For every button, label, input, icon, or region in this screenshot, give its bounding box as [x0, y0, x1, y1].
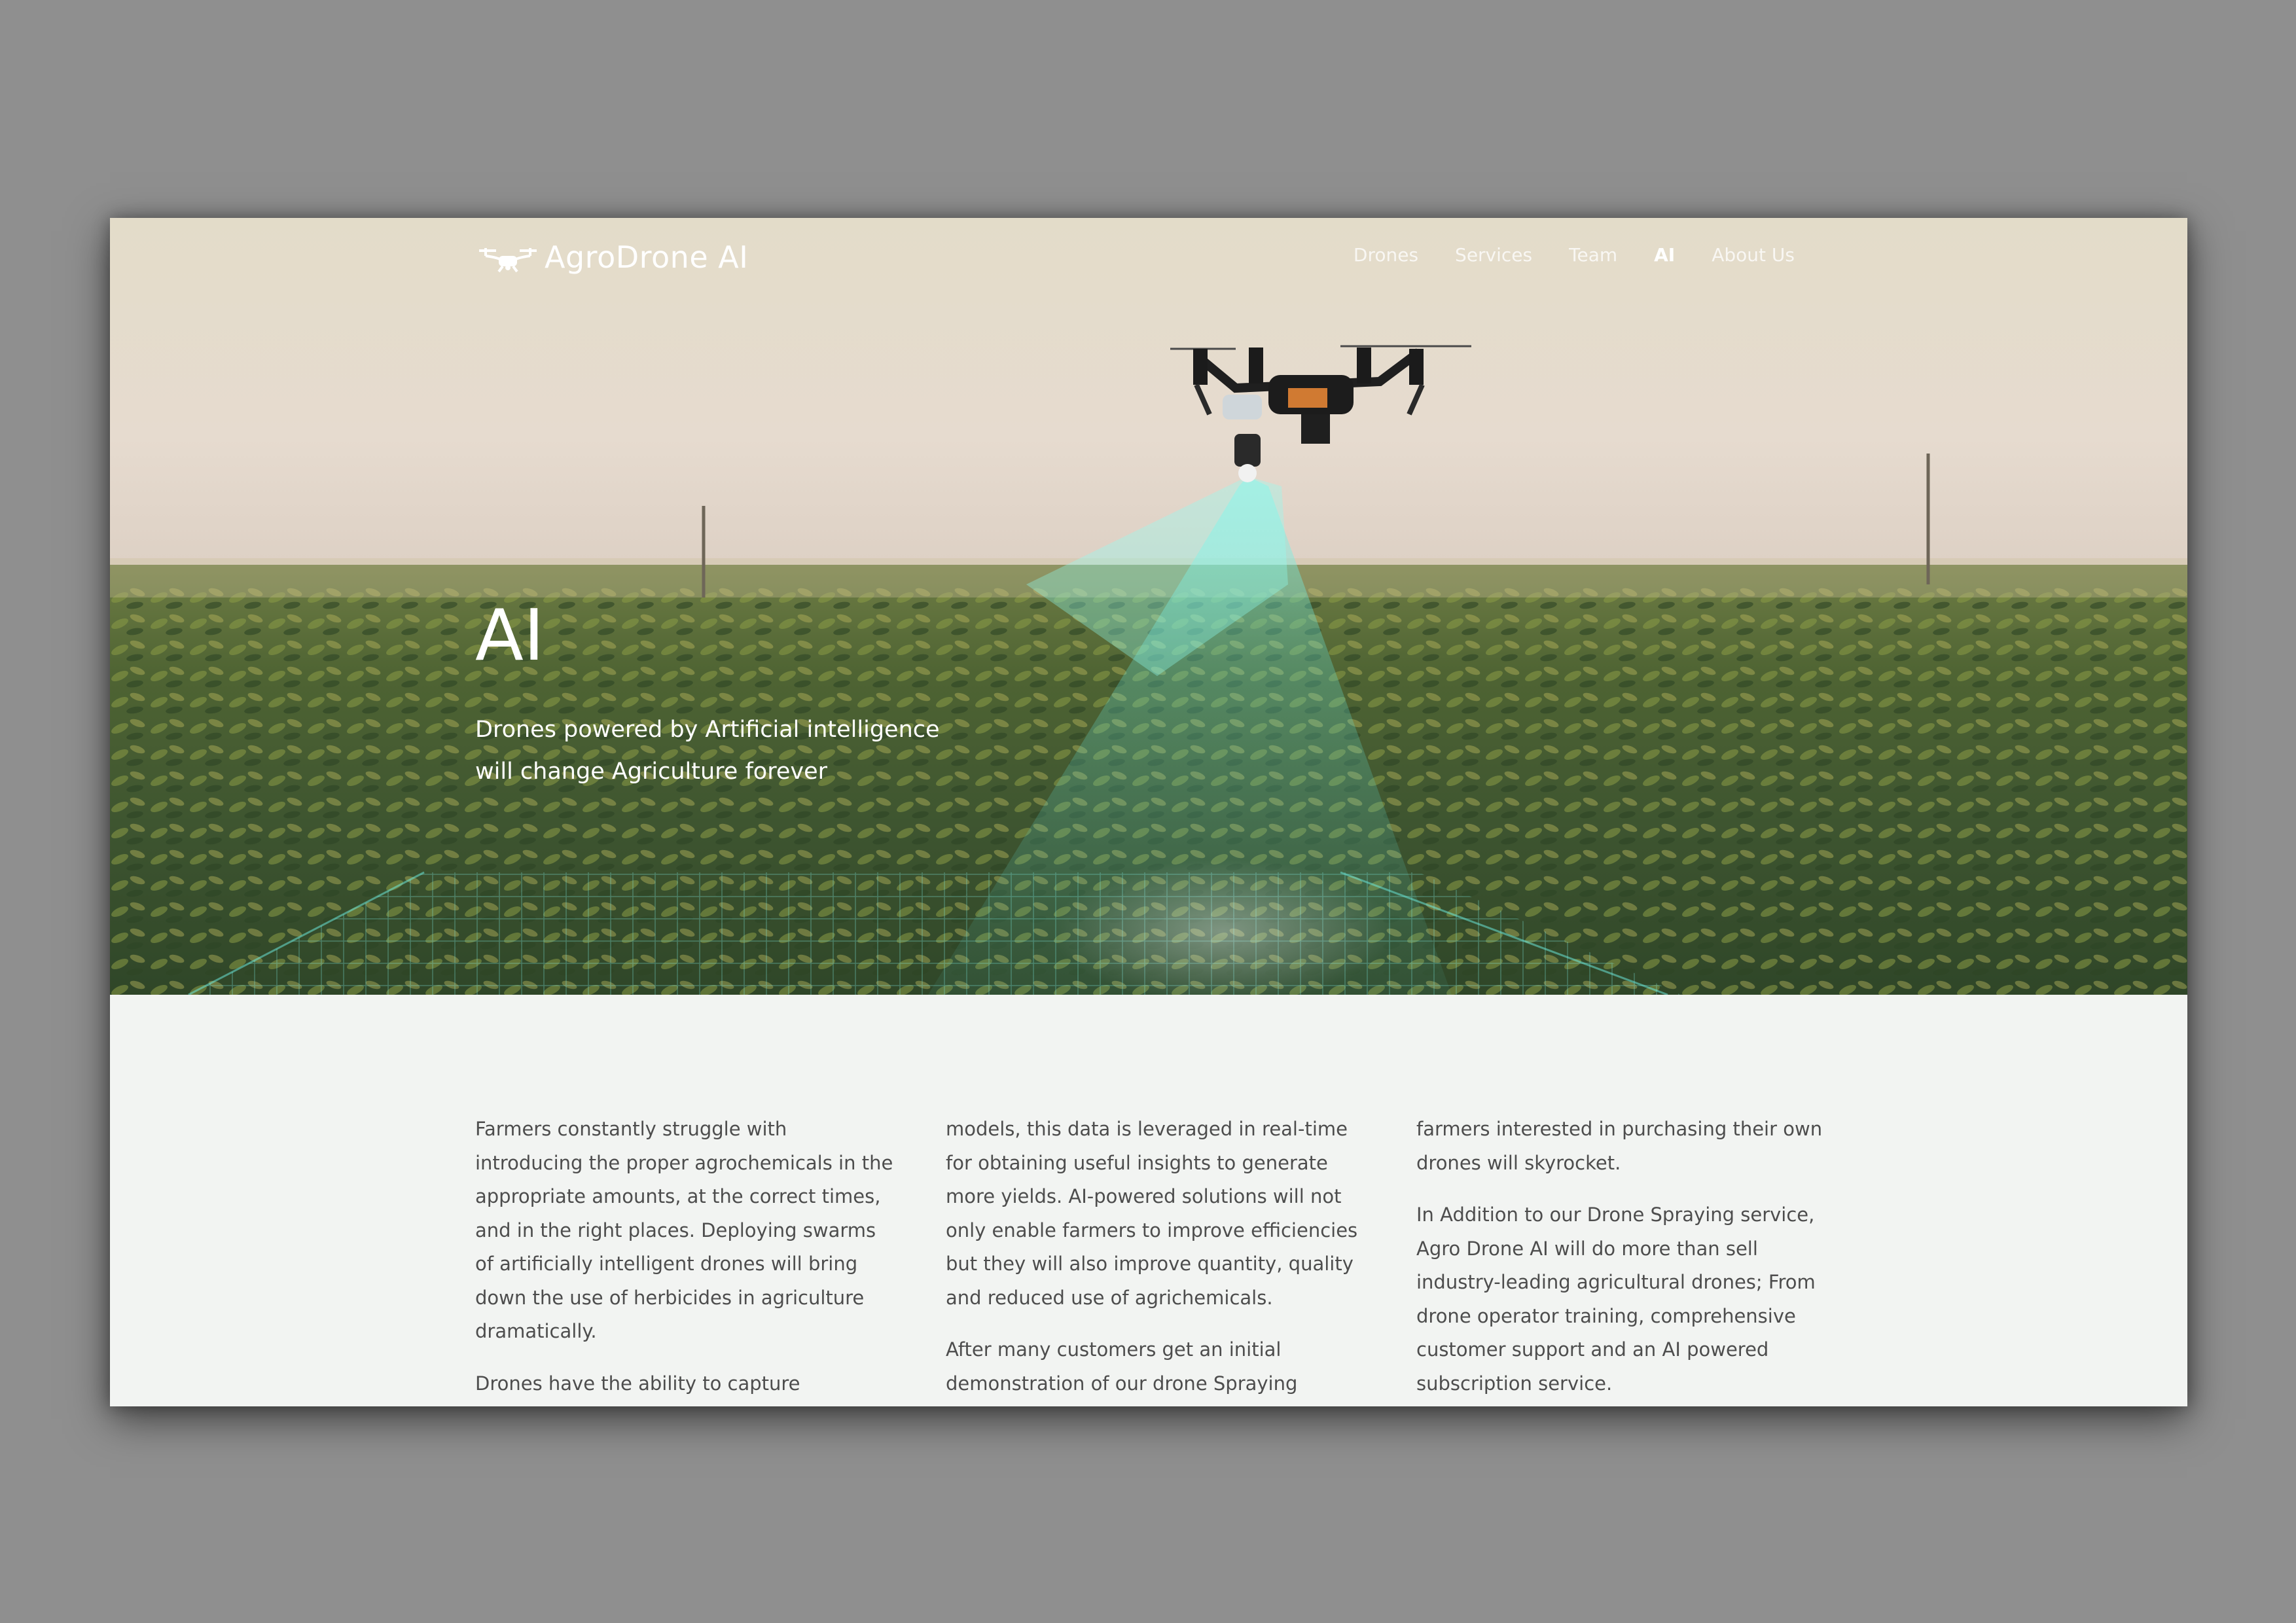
- drone-icon: [476, 241, 539, 273]
- ai-description-section: Farmers constantly struggle with introdu…: [110, 995, 2187, 1406]
- nav-item-services[interactable]: Services: [1455, 244, 1532, 266]
- paragraph: models, this data is leveraged in real-t…: [946, 1118, 1358, 1309]
- hero-title: AI: [475, 595, 545, 677]
- text-column-3: farmers interested in purchasing their o…: [1416, 1113, 1835, 1406]
- text-column-2: models, this data is leveraged in real-t…: [946, 1113, 1365, 1406]
- nav-item-drones[interactable]: Drones: [1354, 244, 1418, 266]
- nav-menu: Drones Services Team AI About Us: [1354, 244, 1795, 266]
- hero-subtitle: Drones powered by Artificial intelligenc…: [475, 709, 973, 793]
- top-navigation: AgroDrone AI Drones Services Team AI Abo…: [110, 218, 2187, 296]
- browser-viewport: AgroDrone AI Drones Services Team AI Abo…: [110, 218, 2187, 1406]
- text-column-1: Farmers constantly struggle with introdu…: [475, 1113, 894, 1406]
- nav-item-team[interactable]: Team: [1569, 244, 1617, 266]
- hero-section: AgroDrone AI Drones Services Team AI Abo…: [110, 218, 2187, 995]
- paragraph: Farmers constantly struggle with introdu…: [475, 1118, 893, 1342]
- nav-item-about-us[interactable]: About Us: [1712, 244, 1795, 266]
- paragraph: Drones have the ability to capture enorm…: [475, 1372, 888, 1407]
- paragraph: farmers interested in purchasing their o…: [1416, 1118, 1823, 1174]
- nav-item-ai[interactable]: AI: [1654, 244, 1675, 266]
- hero-subtitle-line-2: will change Agriculture forever: [475, 758, 827, 785]
- paragraph: After many customers get an initial demo…: [946, 1338, 1298, 1406]
- brand-name: AgroDrone AI: [545, 240, 749, 275]
- paragraph: In Addition to our Drone Spraying servic…: [1416, 1204, 1816, 1395]
- brand-logo-link[interactable]: AgroDrone AI: [476, 238, 748, 277]
- hero-subtitle-line-1: Drones powered by Artificial intelligenc…: [475, 717, 940, 743]
- hero-background-image: [110, 218, 2187, 995]
